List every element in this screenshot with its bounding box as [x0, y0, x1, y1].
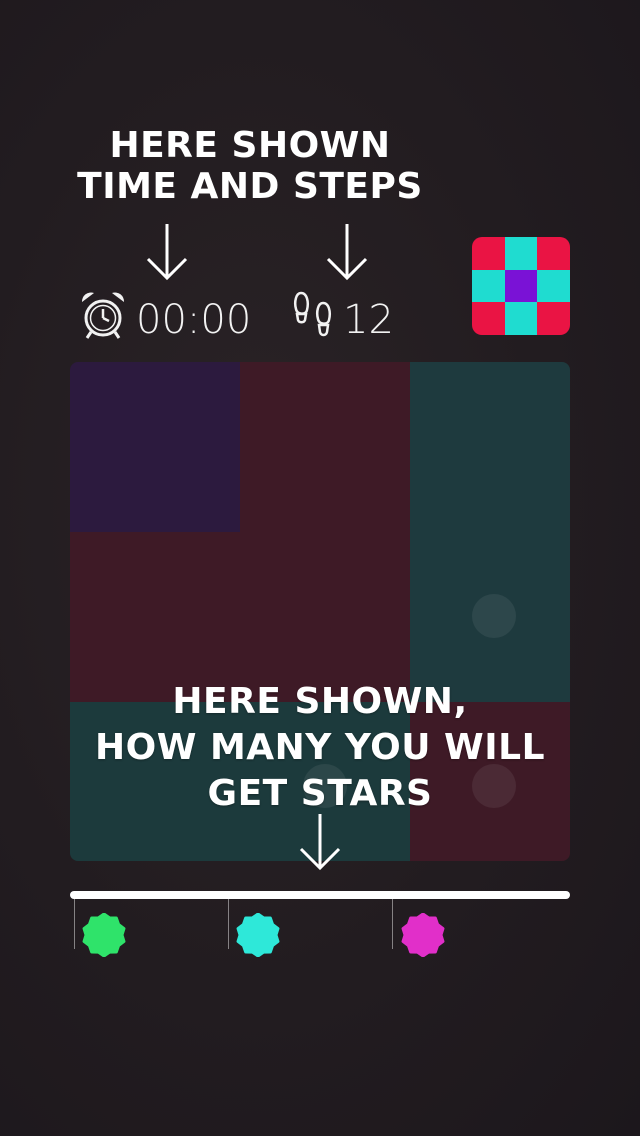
- target-cell-cyan: [504, 302, 538, 335]
- footprints-icon: [292, 290, 336, 345]
- annotation-stars: HERE SHOWN, HOW MANY YOU WILL GET STARS: [60, 679, 580, 817]
- progress-tick: [228, 899, 229, 949]
- timer-value: 00:00: [136, 297, 252, 343]
- board-block-red-large[interactable]: [240, 362, 410, 702]
- annotation-time-steps: HERE SHOWN TIME AND STEPS: [70, 125, 430, 207]
- progress-tick: [74, 899, 75, 949]
- annotation-line: HERE SHOWN,: [172, 681, 468, 722]
- target-cell-cyan: [504, 237, 538, 270]
- target-cell-cyan: [537, 269, 570, 303]
- star-badge-magenta-icon: [401, 912, 445, 958]
- annotation-line: TIME AND STEPS: [77, 166, 423, 207]
- star-badge-green-icon: [82, 912, 126, 958]
- star-badge-cyan-icon: [236, 912, 280, 958]
- annotation-line: HOW MANY YOU WILL: [94, 727, 546, 768]
- steps-value: 12: [343, 297, 394, 343]
- target-cell-red: [537, 302, 570, 335]
- target-cell-red: [472, 302, 505, 335]
- arrow-down-icon: [325, 222, 369, 282]
- arrow-down-icon: [298, 812, 342, 872]
- target-cell-cyan: [472, 269, 505, 303]
- annotation-line: GET STARS: [207, 773, 433, 814]
- star-progress-bar: [70, 891, 570, 899]
- target-pattern-preview: [472, 237, 570, 335]
- board-dot: [472, 594, 516, 638]
- board-block-purple[interactable]: [70, 362, 240, 532]
- target-cell-red: [537, 237, 570, 270]
- alarm-clock-icon: [78, 289, 128, 346]
- progress-tick: [392, 899, 393, 949]
- board-block-teal-right[interactable]: [410, 362, 570, 702]
- arrow-down-icon: [145, 222, 189, 282]
- board-block-red-left[interactable]: [70, 532, 240, 702]
- target-cell-red: [472, 237, 505, 270]
- target-cell-purple: [504, 269, 538, 303]
- annotation-line: HERE SHOWN: [109, 125, 391, 166]
